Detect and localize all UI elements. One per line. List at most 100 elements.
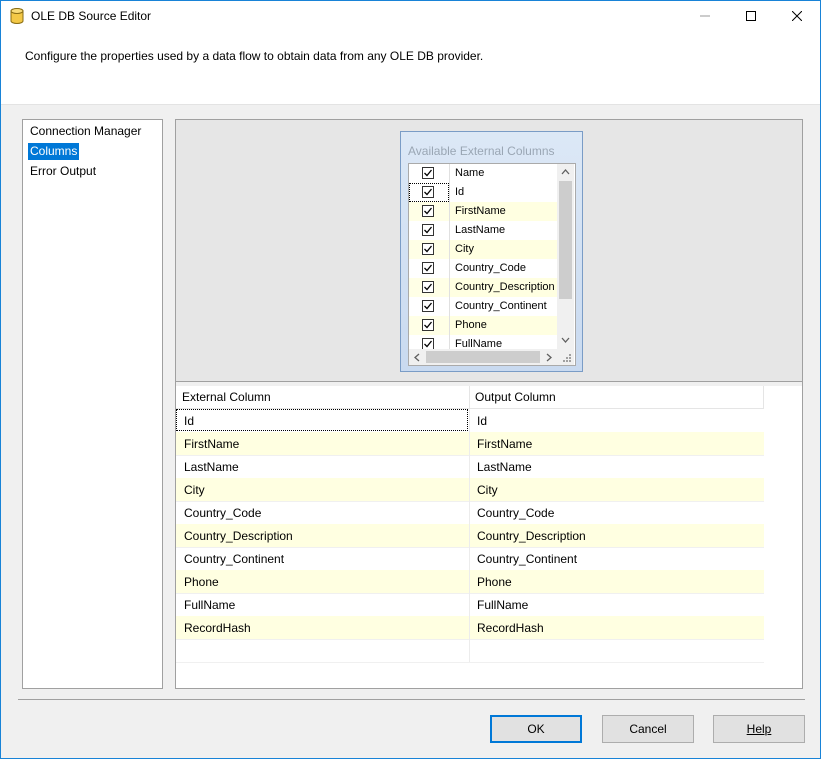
title-bar[interactable]: OLE DB Source Editor — [1, 1, 820, 31]
table-row[interactable]: Phone Phone — [176, 570, 764, 594]
output-column-cell[interactable]: LastName — [477, 460, 532, 474]
scroll-left-icon — [414, 353, 420, 362]
column-checkbox[interactable] — [422, 281, 434, 293]
nav-item-connection-manager[interactable]: Connection Manager — [28, 123, 143, 140]
checkmark-icon — [424, 245, 433, 253]
select-all-checkbox[interactable] — [422, 167, 434, 179]
help-button-label: Help — [746, 722, 772, 736]
external-column-header[interactable]: External Column — [182, 390, 271, 404]
available-column-item[interactable]: Phone — [409, 316, 557, 335]
column-name: City — [455, 243, 474, 255]
column-name: Phone — [455, 319, 487, 331]
output-column-cell[interactable]: FullName — [477, 598, 528, 612]
window-title: OLE DB Source Editor — [31, 9, 152, 23]
external-column-cell[interactable]: FirstName — [184, 437, 239, 451]
maximize-button[interactable] — [728, 1, 774, 31]
table-row[interactable]: Country_Code Country_Code — [176, 501, 764, 525]
table-row[interactable]: FirstName FirstName — [176, 432, 764, 456]
available-columns-list[interactable]: Name Id FirstName LastName City Country_Code… — [408, 163, 576, 366]
external-column-cell[interactable]: Country_Code — [184, 506, 261, 520]
output-column-cell[interactable]: Country_Code — [477, 506, 554, 520]
external-column-cell[interactable]: Country_Description — [184, 529, 293, 543]
columns-panel: Available External Columns Name Id FirstN… — [175, 119, 803, 689]
horizontal-scroll-thumb[interactable] — [426, 351, 540, 363]
external-column-cell[interactable]: Id — [184, 414, 194, 428]
column-name: Id — [455, 186, 465, 198]
close-button[interactable] — [774, 1, 820, 31]
column-name: Country_Description — [455, 281, 555, 293]
output-column-cell[interactable]: FirstName — [477, 437, 532, 451]
output-column-cell[interactable]: City — [477, 483, 498, 497]
vertical-scrollbar[interactable] — [557, 164, 574, 349]
available-column-item[interactable]: City — [409, 240, 557, 259]
column-checkbox[interactable] — [422, 300, 434, 312]
table-row[interactable]: Id Id — [176, 409, 764, 433]
column-checkbox[interactable] — [422, 243, 434, 255]
table-row[interactable]: LastName LastName — [176, 455, 764, 479]
checkmark-icon — [424, 226, 433, 234]
footer-divider — [18, 699, 805, 700]
header-area: Configure the properties used by a data … — [1, 31, 820, 105]
output-column-cell[interactable]: Id — [477, 414, 487, 428]
scroll-down-icon — [561, 337, 570, 343]
column-checkbox[interactable] — [422, 319, 434, 331]
external-column-cell[interactable]: RecordHash — [184, 621, 251, 635]
external-column-cell[interactable]: FullName — [184, 598, 235, 612]
external-column-cell[interactable]: Phone — [184, 575, 219, 589]
minimize-icon — [700, 15, 710, 17]
minimize-button[interactable] — [682, 1, 728, 31]
output-column-cell[interactable]: Country_Continent — [477, 552, 577, 566]
external-column-cell[interactable]: LastName — [184, 460, 239, 474]
table-row[interactable]: City City — [176, 478, 764, 502]
available-column-item[interactable]: FirstName — [409, 202, 557, 221]
external-column-cell[interactable]: City — [184, 483, 205, 497]
available-columns-header-row: Name — [409, 164, 557, 183]
checkmark-icon — [424, 321, 433, 329]
help-button[interactable]: Help — [713, 715, 805, 743]
output-column-header[interactable]: Output Column — [475, 390, 556, 404]
available-column-item[interactable]: Country_Code — [409, 259, 557, 278]
maximize-icon — [746, 11, 756, 21]
column-name: Country_Continent — [455, 300, 547, 312]
table-row[interactable]: Country_Continent Country_Continent — [176, 547, 764, 571]
nav-item-error-output[interactable]: Error Output — [28, 163, 98, 180]
available-columns-title: Available External Columns — [408, 144, 555, 158]
resize-grip-icon[interactable] — [557, 349, 574, 365]
table-row[interactable]: FullName FullName — [176, 593, 764, 617]
output-column-cell[interactable]: RecordHash — [477, 621, 544, 635]
external-column-cell[interactable]: Country_Continent — [184, 552, 284, 566]
scroll-up-icon — [561, 169, 570, 175]
column-name: Country_Code — [455, 262, 526, 274]
column-checkbox[interactable] — [422, 205, 434, 217]
available-column-item[interactable]: LastName — [409, 221, 557, 240]
available-columns-box[interactable]: Available External Columns Name Id FirstN… — [400, 131, 583, 372]
ok-button[interactable]: OK — [490, 715, 582, 743]
header-description: Configure the properties used by a data … — [25, 49, 484, 63]
available-columns-area: Available External Columns Name Id FirstN… — [176, 120, 802, 382]
column-checkbox[interactable] — [422, 224, 434, 236]
column-name: FirstName — [455, 205, 506, 217]
column-mapping-grid[interactable]: External Column Output Column Id Id FirstN… — [176, 386, 802, 688]
nav-item-columns[interactable]: Columns — [28, 143, 80, 160]
database-icon — [10, 8, 24, 24]
checkmark-icon — [424, 207, 433, 215]
name-column-header: Name — [455, 167, 485, 179]
checkmark-icon — [424, 340, 433, 348]
vertical-scroll-thumb[interactable] — [559, 181, 572, 299]
output-column-cell[interactable]: Country_Description — [477, 529, 586, 543]
available-column-item[interactable]: Id — [409, 183, 557, 202]
available-column-item[interactable]: Country_Description — [409, 278, 557, 297]
close-icon — [791, 10, 803, 22]
table-row[interactable]: RecordHash RecordHash — [176, 616, 764, 640]
available-column-item[interactable]: Country_Continent — [409, 297, 557, 316]
cancel-button[interactable]: Cancel — [602, 715, 694, 743]
checkmark-icon — [424, 169, 433, 177]
column-name: LastName — [455, 224, 506, 236]
empty-table-row[interactable] — [176, 639, 764, 663]
dialog-window: OLE DB Source Editor Configure the prope… — [0, 0, 821, 759]
column-checkbox[interactable] — [422, 262, 434, 274]
table-row[interactable]: Country_Description Country_Description — [176, 524, 764, 548]
horizontal-scrollbar[interactable] — [409, 349, 557, 365]
output-column-cell[interactable]: Phone — [477, 575, 512, 589]
checkmark-icon — [424, 283, 433, 291]
